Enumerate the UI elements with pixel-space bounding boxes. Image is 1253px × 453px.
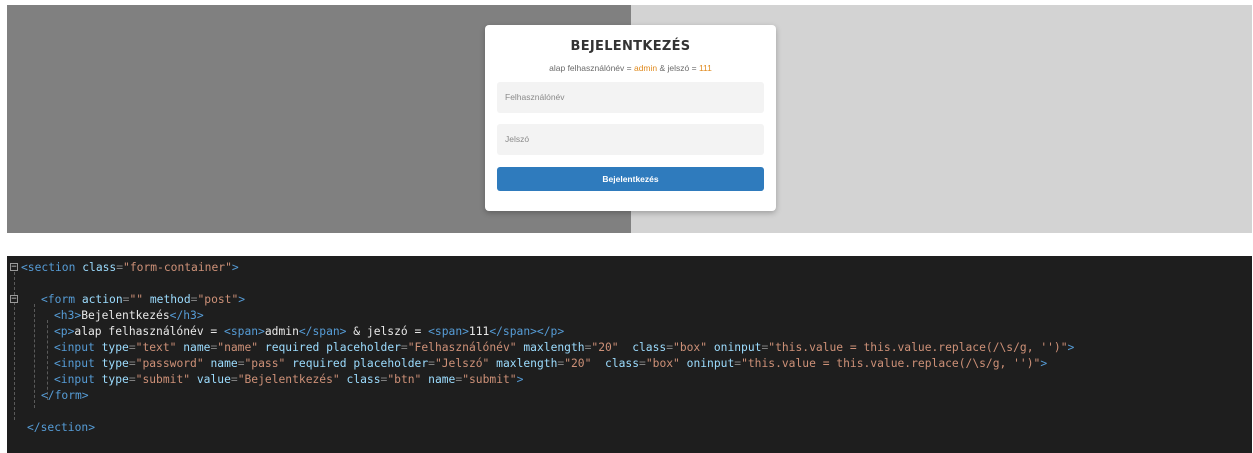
code-token: >	[1040, 357, 1048, 370]
code-token: maxlength	[496, 357, 558, 370]
code-token: =	[230, 373, 238, 386]
code-token: class	[605, 357, 640, 370]
login-form: BEJELENTKEZÉS alap felhasználónév = admi…	[485, 25, 776, 211]
code-token: "post"	[197, 293, 239, 306]
code-token: alap felhasználónév =	[74, 325, 225, 338]
code-token: "name"	[217, 341, 265, 354]
code-token: "Felhasználónév"	[407, 341, 524, 354]
code-token: =	[400, 341, 408, 354]
login-preview: BEJELENTKEZÉS alap felhasználónév = admi…	[7, 5, 1252, 233]
indent-guide	[34, 304, 35, 408]
hint-password: 111	[698, 63, 712, 73]
code-token: "password"	[135, 357, 211, 370]
fold-toggle-icon[interactable]: −	[10, 263, 18, 272]
code-line: </form>	[41, 388, 89, 404]
code-line: <input type="text" name="name" required …	[54, 340, 1074, 356]
code-token: name	[183, 341, 211, 354]
code-token: required placeholder	[264, 341, 401, 354]
code-token: "this.value = this.value.replace(/\s/g, …	[768, 341, 1068, 354]
code-token: class	[632, 341, 667, 354]
fold-toggle-icon[interactable]: −	[10, 295, 18, 304]
code-token: action	[81, 293, 123, 306]
code-token: </section>	[27, 421, 96, 434]
login-submit-button[interactable]: Bejelentkezés	[497, 167, 764, 191]
code-token: =	[237, 357, 245, 370]
code-token: "form-container"	[123, 261, 232, 274]
code-line: <section class="form-container">	[21, 260, 239, 276]
code-token: "20"	[564, 357, 606, 370]
code-token: class	[82, 261, 117, 274]
form-title: BEJELENTKEZÉS	[570, 39, 691, 54]
code-token: </span>	[298, 325, 347, 338]
default-credentials-hint: alap felhasználónév = admin & jelszó = 1…	[497, 62, 764, 74]
code-token: <span>	[428, 325, 469, 338]
code-token: >	[1067, 341, 1075, 354]
code-token: </form>	[41, 389, 89, 402]
code-token: </h3>	[169, 309, 204, 322]
code-editor: − − <section class="form-container"> <for…	[7, 256, 1252, 453]
code-line: </section>	[27, 420, 95, 436]
hint-prefix: alap felhasználónév =	[549, 63, 634, 73]
code-token: "20"	[591, 341, 633, 354]
code-token: name	[210, 357, 238, 370]
code-token: oninput	[686, 357, 735, 370]
code-token: "submit"	[462, 373, 517, 386]
password-placeholder: Jelszó	[505, 134, 530, 144]
code-token: "pass"	[244, 357, 293, 370]
hint-middle: & jelszó =	[657, 63, 699, 73]
code-token: <span>	[224, 325, 265, 338]
code-token: </span></p>	[489, 325, 565, 338]
code-token: class	[346, 373, 381, 386]
code-line: <form action="" method="post">	[41, 292, 245, 308]
code-token: ""	[129, 293, 150, 306]
code-token: & jelszó =	[346, 325, 429, 338]
code-token: type	[101, 373, 129, 386]
code-token: >	[231, 261, 239, 274]
code-token: <input	[54, 373, 102, 386]
code-token: <h3>	[54, 309, 82, 322]
code-line: <p>alap felhasználónév = <span>admin</sp…	[54, 324, 564, 340]
code-token: >	[238, 293, 246, 306]
code-line: <h3>Bejelentkezés</h3>	[54, 308, 204, 324]
code-token: admin	[264, 325, 299, 338]
code-token: name	[428, 373, 456, 386]
code-token: <input	[54, 341, 102, 354]
code-token: >	[516, 373, 524, 386]
code-token: "Bejelentkezés"	[237, 373, 347, 386]
code-token: "Jelszó"	[434, 357, 497, 370]
code-token: "submit"	[135, 373, 197, 386]
hint-username: admin	[633, 63, 658, 73]
code-token: 111	[468, 325, 490, 338]
code-token: =	[639, 357, 646, 370]
code-token: =	[428, 357, 435, 370]
code-token: <input	[54, 357, 102, 370]
code-line: <input type="password" name="pass" requi…	[54, 356, 1047, 372]
code-token: =	[128, 357, 136, 370]
code-token: "this.value = this.value.replace(/\s/g, …	[741, 357, 1041, 370]
code-line: <input type="submit" value="Bejelentkezé…	[54, 372, 523, 388]
code-token: =	[128, 341, 136, 354]
code-token: <p>	[54, 325, 75, 338]
code-token: required placeholder	[292, 357, 429, 370]
code-token: <section	[21, 261, 83, 274]
code-token: maxlength	[523, 341, 585, 354]
code-token: =	[666, 341, 674, 354]
code-token: <form	[41, 293, 82, 306]
code-token: value	[196, 373, 231, 386]
code-token: "box"	[645, 357, 687, 370]
username-placeholder: Felhasználónév	[505, 92, 565, 102]
code-token: "btn"	[387, 373, 429, 386]
code-token: type	[101, 357, 129, 370]
password-input[interactable]: Jelszó	[497, 124, 764, 155]
code-token: "box"	[673, 341, 714, 354]
code-token: method	[149, 293, 191, 306]
code-token: Bejelentkezés	[81, 309, 170, 322]
code-token: "text"	[135, 341, 184, 354]
code-token: =	[128, 373, 136, 386]
code-token: type	[101, 341, 129, 354]
username-input[interactable]: Felhasználónév	[497, 82, 764, 113]
code-token: oninput	[713, 341, 762, 354]
